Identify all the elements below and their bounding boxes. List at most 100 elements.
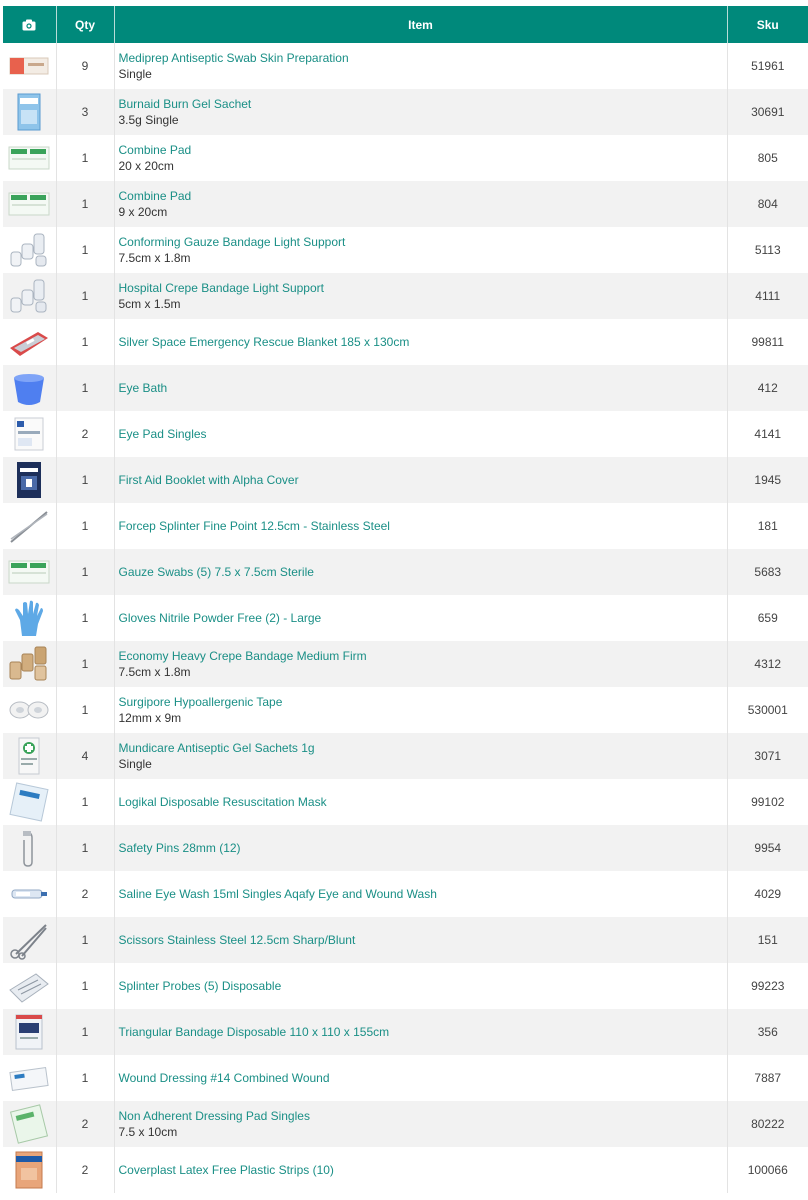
product-thumbnail-cell xyxy=(3,89,57,135)
product-thumbnail-cell xyxy=(3,687,57,733)
item-name-link[interactable]: Non Adherent Dressing Pad Singles xyxy=(119,1108,727,1124)
item-column-header[interactable]: Item xyxy=(114,6,728,43)
qty-cell: 4 xyxy=(56,733,115,779)
item-name-link[interactable]: Triangular Bandage Disposable 110 x 110 … xyxy=(119,1024,727,1040)
qty-cell: 9 xyxy=(56,43,115,89)
product-thumbnail[interactable] xyxy=(8,230,50,270)
table-row: 1 Logikal Disposable Resuscitation Mask 99… xyxy=(3,779,808,825)
sku-cell: 51961 xyxy=(727,43,808,89)
product-thumbnail-cell xyxy=(3,181,57,227)
sku-cell: 804 xyxy=(727,181,808,227)
product-thumbnail[interactable] xyxy=(8,736,50,776)
product-thumbnail[interactable] xyxy=(8,598,50,638)
product-thumbnail[interactable] xyxy=(8,1012,50,1052)
item-name-link[interactable]: Logikal Disposable Resuscitation Mask xyxy=(119,794,727,810)
table-header: Qty Item Sku xyxy=(3,6,808,43)
sku-column-header[interactable]: Sku xyxy=(727,6,808,43)
product-thumbnail[interactable] xyxy=(8,138,50,178)
table-row: 1 Forcep Splinter Fine Point 12.5cm - Sta… xyxy=(3,503,808,549)
sku-cell: 3071 xyxy=(727,733,808,779)
item-name-link[interactable]: Conforming Gauze Bandage Light Support xyxy=(119,234,727,250)
item-cell: Forcep Splinter Fine Point 12.5cm - Stai… xyxy=(114,503,728,549)
product-thumbnail[interactable] xyxy=(8,690,50,730)
product-thumbnail[interactable] xyxy=(8,966,50,1006)
items-table: Qty Item Sku 9 Mediprep Antiseptic Swab S… xyxy=(3,6,808,1193)
item-name-link[interactable]: Burnaid Burn Gel Sachet xyxy=(119,96,727,112)
item-name-link[interactable]: Splinter Probes (5) Disposable xyxy=(119,978,727,994)
item-variant: 20 x 20cm xyxy=(118,159,174,173)
product-thumbnail[interactable] xyxy=(8,828,50,868)
item-name-link[interactable]: Eye Pad Singles xyxy=(119,426,727,442)
table-row: 2 Non Adherent Dressing Pad Singles 7.5 x … xyxy=(3,1101,808,1147)
item-name-link[interactable]: Mediprep Antiseptic Swab Skin Preparatio… xyxy=(119,50,727,66)
item-cell: Silver Space Emergency Rescue Blanket 18… xyxy=(114,319,728,365)
table-row: 1 Splinter Probes (5) Disposable 99223 xyxy=(3,963,808,1009)
product-thumbnail[interactable] xyxy=(8,920,50,960)
product-thumbnail-cell xyxy=(3,1101,57,1147)
item-name-link[interactable]: Gauze Swabs (5) 7.5 x 7.5cm Sterile xyxy=(119,564,727,580)
sku-cell: 1945 xyxy=(727,457,808,503)
product-thumbnail[interactable] xyxy=(8,276,50,316)
product-thumbnail[interactable] xyxy=(8,184,50,224)
table-row: 1 Scissors Stainless Steel 12.5cm Sharp/B… xyxy=(3,917,808,963)
product-thumbnail[interactable] xyxy=(8,368,50,408)
product-thumbnail[interactable] xyxy=(8,414,50,454)
product-thumbnail[interactable] xyxy=(8,644,50,684)
item-name-link[interactable]: Hospital Crepe Bandage Light Support xyxy=(119,280,727,296)
qty-cell: 2 xyxy=(56,871,115,917)
photo-column-header xyxy=(3,6,57,43)
item-variant: Single xyxy=(118,67,152,81)
item-name-link[interactable]: Economy Heavy Crepe Bandage Medium Firm xyxy=(119,648,727,664)
item-name-link[interactable]: Saline Eye Wash 15ml Singles Aqafy Eye a… xyxy=(119,886,727,902)
item-name-link[interactable]: Forcep Splinter Fine Point 12.5cm - Stai… xyxy=(119,518,727,534)
qty-cell: 1 xyxy=(56,1055,115,1101)
qty-cell: 1 xyxy=(56,319,115,365)
sku-cell: 4111 xyxy=(727,273,808,319)
product-thumbnail[interactable] xyxy=(8,1058,50,1098)
item-variant: 5cm x 1.5m xyxy=(118,297,181,311)
table-row: 1 Hospital Crepe Bandage Light Support 5cm… xyxy=(3,273,808,319)
sku-cell: 4312 xyxy=(727,641,808,687)
sku-cell: 356 xyxy=(727,1009,808,1055)
product-thumbnail[interactable] xyxy=(8,322,50,362)
product-thumbnail[interactable] xyxy=(8,874,50,914)
product-thumbnail-cell xyxy=(3,641,57,687)
qty-cell: 1 xyxy=(56,1009,115,1055)
qty-cell: 1 xyxy=(56,457,115,503)
product-thumbnail-cell xyxy=(3,135,57,181)
product-thumbnail-cell xyxy=(3,319,57,365)
item-variant: 3.5g Single xyxy=(118,113,179,127)
item-name-link[interactable]: Wound Dressing #14 Combined Wound xyxy=(119,1070,727,1086)
table-row: 2 Eye Pad Singles 4141 xyxy=(3,411,808,457)
product-thumbnail[interactable] xyxy=(8,552,50,592)
sku-cell: 9954 xyxy=(727,825,808,871)
item-cell: Economy Heavy Crepe Bandage Medium Firm 7… xyxy=(114,641,728,687)
product-thumbnail[interactable] xyxy=(8,782,50,822)
item-name-link[interactable]: Combine Pad xyxy=(119,188,727,204)
product-thumbnail-cell xyxy=(3,1147,57,1193)
item-name-link[interactable]: First Aid Booklet with Alpha Cover xyxy=(119,472,727,488)
item-name-link[interactable]: Eye Bath xyxy=(119,380,727,396)
product-thumbnail-cell xyxy=(3,595,57,641)
item-name-link[interactable]: Silver Space Emergency Rescue Blanket 18… xyxy=(119,334,727,350)
product-thumbnail[interactable] xyxy=(8,46,50,86)
item-name-link[interactable]: Safety Pins 28mm (12) xyxy=(119,840,727,856)
item-name-link[interactable]: Scissors Stainless Steel 12.5cm Sharp/Bl… xyxy=(119,932,727,948)
qty-column-header[interactable]: Qty xyxy=(56,6,115,43)
sku-cell: 99223 xyxy=(727,963,808,1009)
product-thumbnail[interactable] xyxy=(8,1150,50,1190)
product-thumbnail[interactable] xyxy=(8,92,50,132)
product-thumbnail[interactable] xyxy=(8,506,50,546)
product-thumbnail[interactable] xyxy=(8,1104,50,1144)
product-thumbnail[interactable] xyxy=(8,460,50,500)
product-thumbnail-cell xyxy=(3,1009,57,1055)
table-row: 1 Gloves Nitrile Powder Free (2) - Large 6… xyxy=(3,595,808,641)
product-thumbnail-cell xyxy=(3,457,57,503)
item-name-link[interactable]: Gloves Nitrile Powder Free (2) - Large xyxy=(119,610,727,626)
item-name-link[interactable]: Mundicare Antiseptic Gel Sachets 1g xyxy=(119,740,727,756)
item-cell: Gloves Nitrile Powder Free (2) - Large xyxy=(114,595,728,641)
item-name-link[interactable]: Coverplast Latex Free Plastic Strips (10… xyxy=(119,1162,727,1178)
qty-cell: 2 xyxy=(56,1101,115,1147)
item-name-link[interactable]: Combine Pad xyxy=(119,142,727,158)
item-name-link[interactable]: Surgipore Hypoallergenic Tape xyxy=(119,694,727,710)
